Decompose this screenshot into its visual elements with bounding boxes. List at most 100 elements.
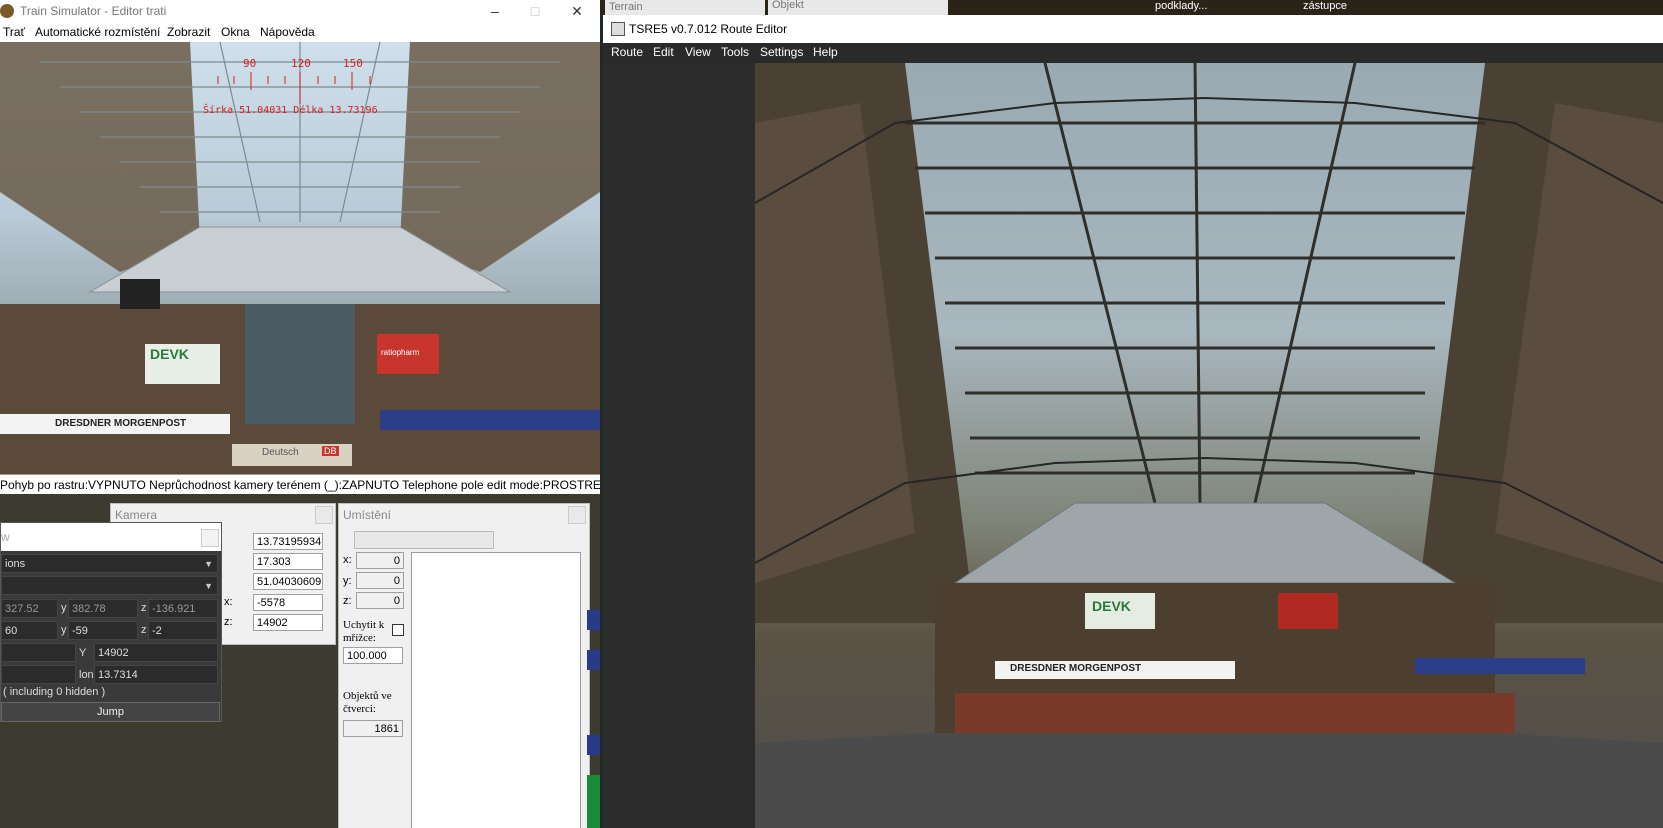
nav-tile-z-label: z: [141, 624, 147, 636]
left-window-title: Train Simulator - Editor trati: [20, 4, 167, 18]
umisteni-x-label: x:: [343, 554, 352, 566]
snap-to-grid-checkbox[interactable]: [392, 624, 404, 636]
menu-okna[interactable]: Okna: [221, 25, 250, 39]
editor-trati-window: Train Simulator - Editor trati – □ ✕ Tra…: [0, 0, 600, 828]
right-3d-viewport[interactable]: DEVK DRESDNER MORGENPOST: [755, 63, 1663, 828]
navigation-title-bar[interactable]: w: [1, 523, 221, 551]
umisteni-x-value[interactable]: 0: [356, 552, 404, 569]
nav-Y-field[interactable]: 14902: [94, 643, 218, 662]
umisteni-y-label: y:: [343, 575, 352, 587]
navigation-dropdown-1[interactable]: ions ▼: [1, 554, 218, 573]
umisteni-panel: Umístění x: 0 y: 0 z: 0 Uchytit k mřížce…: [338, 503, 590, 828]
grid-size-field[interactable]: 100.000: [343, 647, 403, 664]
menu-route[interactable]: Route: [611, 45, 643, 59]
nav-lon-label: lon: [79, 669, 94, 681]
menu-automaticke-rozmisteni[interactable]: Automatické rozmístění: [35, 25, 160, 39]
umisteni-y-value[interactable]: 0: [356, 572, 404, 589]
nav-tile-z-field[interactable]: -2: [148, 621, 218, 640]
umisteni-object-name-field[interactable]: [354, 531, 494, 549]
camera-lon-field[interactable]: 13.73195934: [253, 533, 323, 550]
nav-pos-y-label: y: [61, 602, 67, 614]
jump-button[interactable]: Jump: [1, 702, 220, 722]
devk-sign: DEVK: [1092, 598, 1131, 614]
chevron-down-icon: ▼: [204, 581, 213, 591]
camera-tile-z-field[interactable]: 14902: [253, 614, 323, 631]
menu-edit[interactable]: Edit: [653, 45, 674, 59]
nav-lat-field[interactable]: [1, 665, 76, 684]
camera-tile-x-label: x:: [224, 596, 233, 608]
nav-tile-x2-field[interactable]: [1, 643, 76, 662]
camera-height-field[interactable]: 17.303: [253, 553, 323, 570]
status-text: Pohyb po rastru:VYPNUTO Neprůchodnost ka…: [0, 478, 600, 492]
umisteni-panel-title: Umístění: [343, 508, 392, 522]
app-icon: [611, 22, 625, 36]
nav-hidden-count-text: ( including 0 hidden ): [3, 686, 106, 698]
coordinate-readout: Šírka 51.04031 Délka 13.73196: [203, 105, 378, 116]
dresdner-morgenpost-sign: DRESDNER MORGENPOST: [55, 418, 187, 429]
compass-tick-150: 150: [343, 57, 363, 70]
left-menu-bar: Trať Automatické rozmístění Zobrazit Okn…: [0, 22, 600, 42]
app-icon: [0, 4, 14, 18]
nav-lon-field[interactable]: 13.7314: [94, 665, 218, 684]
maximize-button[interactable]: □: [520, 1, 550, 21]
devk-sign: DEVK: [150, 346, 189, 362]
menu-help[interactable]: Help: [813, 45, 838, 59]
db-logo-sign: DB: [322, 446, 339, 456]
close-button[interactable]: ✕: [562, 1, 592, 21]
objects-in-tile-label: Objektů ve čtverci:: [343, 690, 392, 715]
kamera-panel-title: Kamera: [115, 508, 158, 522]
tsre5-route-editor-window: TSRE5 v0.7.012 Route Editor Route Edit V…: [603, 15, 1663, 828]
ratiopharm-sign: ratiopharm: [381, 348, 420, 357]
nav-tile-y-field[interactable]: -59: [68, 621, 138, 640]
umisteni-close-button[interactable]: [568, 506, 586, 524]
menu-zobrazit[interactable]: Zobrazit: [167, 25, 210, 39]
navigation-dropdown-1-value: ions: [5, 558, 26, 570]
background-window-fragment: [587, 775, 600, 828]
left-3d-viewport[interactable]: 90 120 150 Šírka 51.04031 Délka 13.73196…: [0, 42, 600, 474]
background-taskbar-strip: Terrain Objekt podklady... zástupce: [600, 0, 1663, 15]
snap-to-grid-label: Uchytit k mřížce:: [343, 619, 385, 644]
navigation-title: w: [1, 530, 10, 544]
menu-napoveda[interactable]: Nápověda: [260, 25, 315, 39]
chevron-down-icon: ▼: [204, 559, 213, 569]
left-title-bar[interactable]: Train Simulator - Editor trati – □ ✕: [0, 0, 600, 22]
terrain-window-tab[interactable]: Terrain: [605, 0, 765, 15]
left-status-bar: Pohyb po rastru:VYPNUTO Neprůchodnost ka…: [0, 474, 600, 495]
compass-tick-90: 90: [243, 57, 257, 70]
umisteni-object-list[interactable]: [411, 552, 581, 828]
terrain-tab-label: Terrain: [609, 1, 643, 13]
navigation-dropdown-2[interactable]: ▼: [1, 576, 218, 595]
menu-settings[interactable]: Settings: [760, 45, 803, 59]
camera-lat-field[interactable]: 51.04030609: [253, 573, 323, 590]
menu-trat[interactable]: Trať: [3, 25, 25, 39]
nav-pos-z-label: z: [141, 602, 147, 614]
objekt-window-tab[interactable]: Objekt: [768, 0, 948, 15]
desktop-shortcut-podklady[interactable]: podklady...: [1155, 0, 1207, 12]
dresdner-morgenpost-sign: DRESDNER MORGENPOST: [1010, 663, 1142, 674]
nav-tile-x-field[interactable]: 60: [1, 621, 58, 640]
background-window-fragment: [587, 610, 600, 630]
compass-tick-120: 120: [291, 57, 311, 70]
right-menu-bar: Route Edit View Tools Settings Help: [603, 43, 1663, 63]
desktop-shortcut-zastupce[interactable]: zástupce: [1303, 0, 1347, 12]
objekt-tab-label: Objekt: [772, 0, 804, 11]
kamera-close-button[interactable]: [315, 506, 333, 524]
nav-tile-y-label: y: [61, 624, 67, 636]
nav-Y-label: Y: [79, 647, 87, 659]
umisteni-z-label: z:: [343, 595, 352, 607]
objects-in-tile-count: 1861: [343, 720, 403, 737]
menu-tools[interactable]: Tools: [721, 45, 749, 59]
menu-view[interactable]: View: [685, 45, 711, 59]
deutsch-sign: Deutsch: [262, 447, 299, 458]
right-window-title: TSRE5 v0.7.012 Route Editor: [629, 22, 788, 36]
nav-pos-z-field[interactable]: -136.921: [148, 599, 218, 618]
right-side-toolbar: [603, 63, 755, 828]
nav-pos-y-field[interactable]: 382.78: [68, 599, 138, 618]
minimize-button[interactable]: –: [480, 1, 510, 21]
camera-tile-x-field[interactable]: -5578: [253, 594, 323, 611]
navigation-window: w ions ▼ ▼ 327.52 y 382.78 z -136.921 60…: [0, 522, 222, 722]
right-title-bar[interactable]: TSRE5 v0.7.012 Route Editor: [603, 15, 1663, 43]
umisteni-z-value[interactable]: 0: [356, 592, 404, 609]
nav-pos-x-field[interactable]: 327.52: [1, 599, 58, 618]
navigation-close-button[interactable]: [201, 529, 219, 547]
